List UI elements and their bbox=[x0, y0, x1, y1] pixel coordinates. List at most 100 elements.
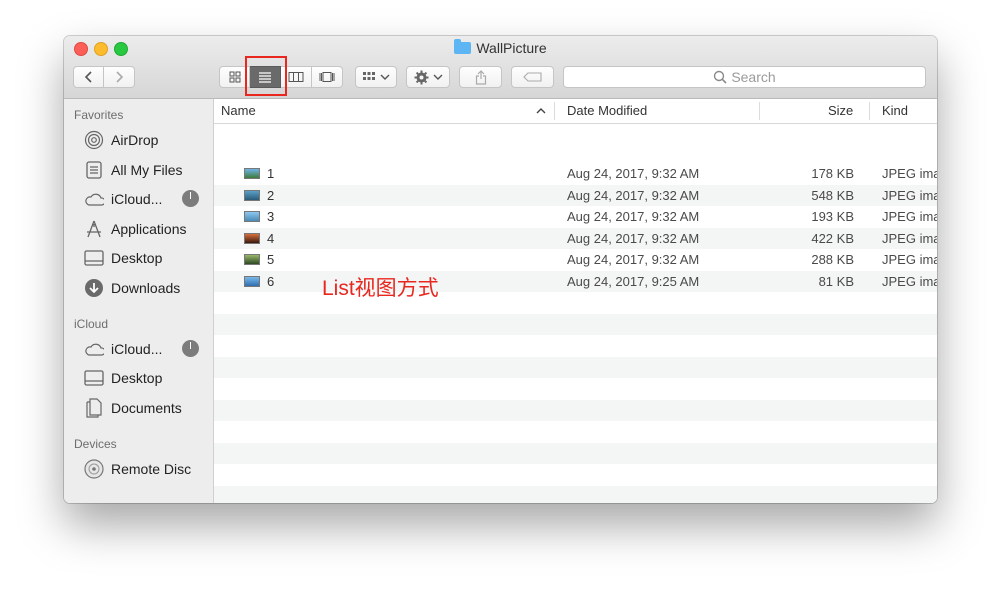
file-date: Aug 24, 2017, 9:32 AM bbox=[567, 252, 700, 267]
file-kind: JPEG ima bbox=[882, 209, 937, 224]
sidebar-item-label: Downloads bbox=[111, 280, 181, 296]
gear-icon bbox=[414, 70, 428, 84]
downloads-icon bbox=[84, 278, 104, 298]
title-bar: WallPicture Search bbox=[64, 36, 937, 99]
all-files-icon bbox=[84, 160, 104, 180]
cloud-icon bbox=[84, 189, 104, 209]
file-date: Aug 24, 2017, 9:32 AM bbox=[567, 230, 700, 246]
desktop-icon bbox=[84, 248, 104, 268]
folder-icon bbox=[454, 39, 472, 54]
share-icon bbox=[475, 69, 486, 85]
file-size: 548 KB bbox=[811, 187, 854, 203]
file-kind: JPEG ima bbox=[882, 230, 937, 246]
file-size: 178 KB bbox=[811, 166, 854, 181]
sidebar-item-airdrop[interactable]: AirDrop bbox=[84, 129, 209, 151]
file-name: 2 bbox=[267, 187, 275, 203]
jpeg-thumbnail-icon bbox=[244, 254, 260, 265]
sidebar-item-label: AirDrop bbox=[111, 132, 159, 148]
empty-row bbox=[214, 442, 937, 464]
file-size: 193 KB bbox=[811, 209, 854, 224]
file-name: 6 bbox=[267, 273, 275, 289]
file-name: 3 bbox=[267, 209, 275, 224]
file-name: 5 bbox=[267, 252, 275, 267]
file-date: Aug 24, 2017, 9:25 AM bbox=[567, 273, 700, 289]
file-kind: JPEG ima bbox=[882, 166, 937, 181]
file-date: Aug 24, 2017, 9:32 AM bbox=[567, 187, 700, 203]
sidebar-item-label: All My Files bbox=[111, 162, 183, 178]
annotation-label: List视图方式 bbox=[322, 277, 439, 300]
finder-window: WallPicture Search Favorites AirDrop All… bbox=[64, 36, 937, 503]
cover-flow-view-button[interactable] bbox=[312, 66, 343, 88]
sidebar-item-icloud-drive[interactable]: iCloud... bbox=[84, 188, 209, 210]
sidebar-item-label: Desktop bbox=[111, 250, 163, 266]
empty-row bbox=[214, 399, 937, 421]
share-button[interactable] bbox=[459, 66, 502, 88]
file-kind: JPEG ima bbox=[882, 187, 937, 203]
column-headers: Name Date Modified Size Kind bbox=[214, 99, 937, 124]
column-header-size[interactable]: Size bbox=[828, 103, 853, 118]
file-kind: JPEG ima bbox=[882, 252, 937, 267]
jpeg-thumbnail-icon bbox=[244, 275, 260, 287]
sidebar-header-favorites: Favorites bbox=[74, 108, 124, 122]
search-placeholder: Search bbox=[731, 69, 776, 85]
window-title-text: WallPicture bbox=[476, 40, 547, 56]
sidebar-item-label: iCloud... bbox=[111, 341, 163, 357]
file-kind: JPEG ima bbox=[882, 273, 937, 289]
window-title: WallPicture bbox=[64, 39, 937, 56]
empty-row bbox=[214, 485, 937, 503]
file-size: 288 KB bbox=[811, 252, 854, 267]
tags-button[interactable] bbox=[511, 66, 554, 88]
file-size: 81 KB bbox=[818, 273, 854, 289]
storage-pie-icon bbox=[182, 340, 199, 357]
sidebar-item-applications[interactable]: Applications bbox=[84, 218, 209, 240]
arrange-grid-icon bbox=[363, 72, 375, 80]
table-row[interactable]: 2 Aug 24, 2017, 9:32 AM 548 KB JPEG ima bbox=[214, 184, 937, 206]
sidebar-header-devices: Devices bbox=[74, 437, 117, 451]
back-button[interactable] bbox=[73, 66, 104, 88]
sidebar-item-all-my-files[interactable]: All My Files bbox=[84, 159, 209, 181]
applications-icon bbox=[84, 219, 104, 239]
table-row[interactable]: 3 Aug 24, 2017, 9:32 AM 193 KB JPEG ima bbox=[214, 206, 937, 228]
empty-row bbox=[214, 378, 937, 400]
desktop-icon bbox=[84, 368, 104, 388]
action-button[interactable] bbox=[406, 66, 450, 88]
table-row[interactable]: 4 Aug 24, 2017, 9:32 AM 422 KB JPEG ima bbox=[214, 227, 937, 249]
chevron-right-icon bbox=[116, 71, 124, 83]
jpeg-thumbnail-icon bbox=[244, 189, 260, 201]
forward-button[interactable] bbox=[104, 66, 135, 88]
sidebar-item-remote-disc[interactable]: Remote Disc bbox=[84, 458, 209, 480]
sidebar-item-label: Desktop bbox=[111, 370, 163, 386]
jpeg-thumbnail-icon bbox=[244, 168, 260, 179]
table-row[interactable]: 5 Aug 24, 2017, 9:32 AM 288 KB JPEG ima bbox=[214, 249, 937, 271]
list-view-highlight-box bbox=[245, 56, 287, 96]
sidebar-item-desktop[interactable]: Desktop bbox=[84, 247, 209, 269]
sidebar-item-icloud-drive-2[interactable]: iCloud... bbox=[84, 338, 209, 360]
column-header-kind[interactable]: Kind bbox=[882, 103, 908, 118]
file-date: Aug 24, 2017, 9:32 AM bbox=[567, 166, 700, 181]
column-header-date-modified[interactable]: Date Modified bbox=[567, 103, 647, 118]
file-date: Aug 24, 2017, 9:32 AM bbox=[567, 209, 700, 224]
empty-row bbox=[214, 313, 937, 335]
sidebar-item-icloud-desktop[interactable]: Desktop bbox=[84, 367, 209, 389]
empty-row bbox=[214, 356, 937, 378]
table-row[interactable]: 1 Aug 24, 2017, 9:32 AM 178 KB JPEG ima bbox=[214, 163, 937, 185]
file-name: 1 bbox=[267, 166, 275, 181]
columns-icon bbox=[288, 72, 304, 82]
arrange-button[interactable] bbox=[355, 66, 397, 88]
chevron-left-icon bbox=[84, 71, 92, 83]
cloud-icon bbox=[84, 339, 104, 359]
column-header-name[interactable]: Name bbox=[221, 103, 256, 118]
sidebar-item-label: Remote Disc bbox=[111, 461, 192, 477]
jpeg-thumbnail-icon bbox=[244, 232, 260, 244]
sidebar-item-downloads[interactable]: Downloads bbox=[84, 277, 209, 299]
tag-icon bbox=[522, 72, 542, 82]
sidebar-header-icloud: iCloud bbox=[74, 317, 109, 331]
sidebar-item-label: iCloud... bbox=[111, 191, 163, 207]
chevron-down-icon bbox=[433, 74, 442, 80]
sidebar-item-documents[interactable]: Documents bbox=[84, 397, 209, 419]
sidebar-item-label: Applications bbox=[111, 221, 187, 237]
jpeg-thumbnail-icon bbox=[244, 211, 260, 222]
empty-row bbox=[214, 335, 937, 357]
search-field[interactable]: Search bbox=[563, 66, 926, 88]
file-name: 4 bbox=[267, 230, 275, 246]
